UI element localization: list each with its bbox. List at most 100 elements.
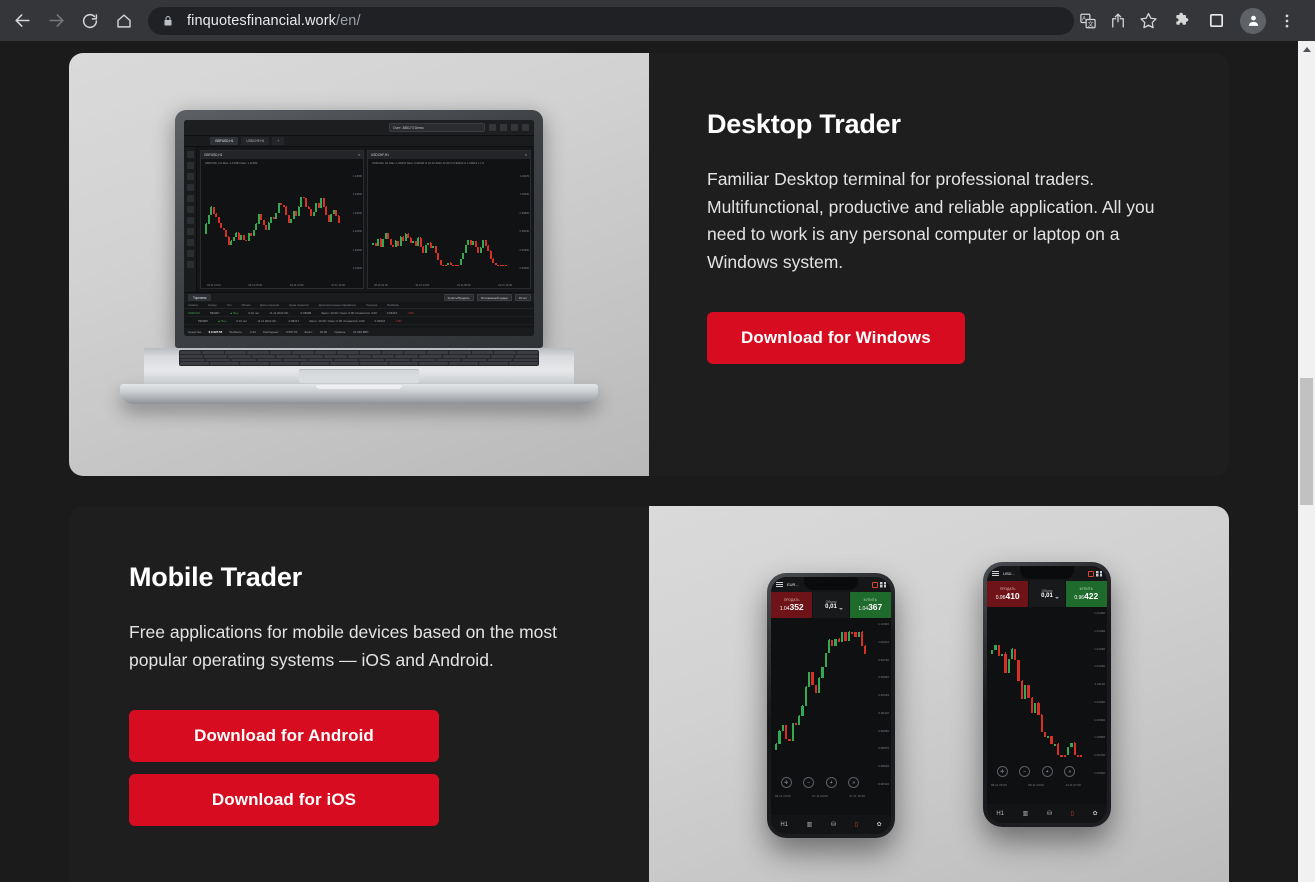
mt-rail-icon-zoom-in[interactable] bbox=[186, 239, 194, 246]
candle-wick bbox=[775, 743, 777, 745]
phone-nav-settings-icon-1[interactable]: ✿ bbox=[1093, 810, 1098, 817]
mt-chart-close-0[interactable]: × bbox=[358, 153, 360, 157]
phone-crosshair-icon-0[interactable]: ✛ bbox=[780, 777, 792, 788]
mt-tab-0[interactable]: GBPUSD,H1 bbox=[210, 137, 239, 145]
axis-tick-label: 03.11 19:00 bbox=[207, 284, 221, 287]
mt-rail-icon-cross[interactable] bbox=[186, 206, 194, 213]
address-bar[interactable]: finquotesfinancial.work/en/ bbox=[148, 6, 1074, 35]
phone-nav-history-icon-0[interactable]: ▯ bbox=[855, 821, 858, 828]
mt-icon-2[interactable] bbox=[500, 124, 507, 131]
three-dot-menu-icon[interactable] bbox=[1273, 7, 1301, 35]
mt-rail-icon-template[interactable] bbox=[186, 228, 194, 235]
keyboard-key bbox=[275, 354, 299, 358]
table-row[interactable]: 590068 ▲ Buy 0.01 лот 11.11.2022 09:... 0.96… bbox=[184, 317, 534, 325]
url-domain: finquotesfinancial.work bbox=[187, 12, 336, 29]
scroll-up-arrow-icon[interactable] bbox=[1298, 41, 1315, 58]
mt-btn-report[interactable]: Отчет bbox=[514, 294, 531, 301]
profile-avatar-icon[interactable] bbox=[1240, 7, 1266, 34]
phone-zoom-in-icon-1[interactable]: + bbox=[1041, 766, 1053, 777]
phone-volume-select-0[interactable]: Объем 0,01 bbox=[813, 592, 849, 618]
table-row[interactable]: USDCHF 590067 ▲ Buy 0.01 лот 11.11.2022 09:.… bbox=[184, 309, 534, 317]
mt-funds-label: Средства: bbox=[188, 330, 202, 334]
hamburger-menu-icon-0[interactable] bbox=[776, 581, 783, 588]
phone-grid-icon-1[interactable] bbox=[1096, 570, 1102, 577]
mt-rail-icon-indicator[interactable] bbox=[186, 162, 194, 169]
candle-wick bbox=[338, 215, 339, 217]
reload-button[interactable] bbox=[76, 7, 104, 35]
omnibox-actions: 文A bbox=[1074, 7, 1164, 35]
phone-buy-button-0[interactable]: КУПИТЬ 1.04367 bbox=[849, 592, 891, 618]
download-for-windows-button[interactable]: Download for Windows bbox=[707, 312, 965, 365]
phone-zoom-out-icon-1[interactable]: − bbox=[1019, 766, 1031, 777]
phone-nav-chart-icon-0[interactable]: ▥ bbox=[807, 821, 813, 828]
candlestick bbox=[217, 216, 220, 224]
candle-wick bbox=[270, 216, 272, 218]
phone-grid-icon-0[interactable] bbox=[880, 581, 886, 588]
candle-wick bbox=[490, 250, 491, 252]
phone-nav-quotes-0[interactable]: H1 bbox=[780, 822, 788, 828]
candle-wick bbox=[1005, 652, 1006, 659]
hamburger-menu-icon-1[interactable] bbox=[992, 570, 999, 577]
mt-icon-4[interactable] bbox=[522, 124, 529, 131]
back-button[interactable] bbox=[8, 7, 36, 35]
mt-account-selector[interactable]: Счет: 388173 Demo bbox=[389, 123, 485, 132]
mt-rail-icon-chart[interactable] bbox=[186, 151, 194, 158]
download-for-android-button[interactable]: Download for Android bbox=[129, 710, 439, 763]
phone-crosshair-icon-1[interactable]: ✛ bbox=[996, 766, 1008, 777]
mt-terminal-panel: Торговля Купить/Продать Отложенный ордер… bbox=[184, 292, 534, 336]
phone-nav-settings-icon-0[interactable]: ✿ bbox=[877, 821, 882, 828]
mt-rail-icon-period[interactable] bbox=[186, 173, 194, 180]
table-cell: -3.87 bbox=[395, 318, 402, 323]
mt-icon-1[interactable] bbox=[489, 124, 496, 131]
mt-rail-icon-settings[interactable] bbox=[186, 261, 194, 268]
mt-chart-close-1[interactable]: × bbox=[525, 153, 527, 157]
side-panel-icon[interactable] bbox=[1202, 7, 1230, 35]
url-path: /en/ bbox=[336, 12, 361, 29]
phone-notch-0 bbox=[804, 577, 858, 590]
forward-button[interactable] bbox=[42, 7, 70, 35]
axis-tick-label: 1.01290 bbox=[1094, 646, 1105, 651]
phone-volume-select-1[interactable]: Объем 0,01 bbox=[1029, 581, 1065, 607]
mt-tab-1[interactable]: USDCHF,H1 bbox=[241, 137, 270, 145]
phone-usdchf: USD... ПРОДАТЬ 0.96410 Объем 0,01 КУПИТЬ… bbox=[983, 562, 1111, 827]
share-icon[interactable] bbox=[1104, 7, 1132, 35]
phone-nav-history-icon-1[interactable]: ▯ bbox=[1071, 810, 1074, 817]
phone-nav-trade-icon-1[interactable]: ⛁ bbox=[1047, 810, 1052, 817]
keyboard-key bbox=[491, 354, 515, 358]
phone-zoom-in-icon-0[interactable]: + bbox=[825, 777, 837, 788]
mt-status-bar: Средства: $ 9 997.55 Прибыль: -2.46 Своб… bbox=[184, 328, 534, 336]
phone-scroll-end-icon-1[interactable]: » bbox=[1064, 766, 1076, 777]
puzzle-extensions-icon[interactable] bbox=[1168, 7, 1196, 35]
mt-rail-icon-bars[interactable] bbox=[186, 184, 194, 191]
phone-nav-trade-icon-0[interactable]: ⛁ bbox=[831, 821, 836, 828]
candle-wick bbox=[228, 236, 229, 239]
mt-rail-icon-line[interactable] bbox=[186, 195, 194, 202]
phone-zoom-out-icon-0[interactable]: − bbox=[803, 777, 815, 788]
mt-btn-pending-order[interactable]: Отложенный ордер bbox=[476, 294, 512, 301]
home-button[interactable] bbox=[110, 7, 138, 35]
mt-tab-add[interactable]: + bbox=[272, 137, 285, 145]
phone-sell-button-0[interactable]: ПРОДАТЬ 1.04352 bbox=[771, 592, 813, 618]
candle-wick bbox=[285, 206, 287, 209]
candle-wick bbox=[415, 241, 416, 242]
phone-buy-button-1[interactable]: КУПИТЬ 0.96422 bbox=[1065, 581, 1107, 607]
axis-tick-label: 1.00012 bbox=[878, 639, 889, 644]
translate-icon[interactable]: 文A bbox=[1074, 7, 1102, 35]
bookmark-star-icon[interactable] bbox=[1134, 7, 1162, 35]
phone-nav-quotes-1[interactable]: H1 bbox=[996, 811, 1004, 817]
scrollbar-thumb[interactable] bbox=[1300, 378, 1313, 505]
phone-chart-icon-1[interactable] bbox=[1088, 570, 1094, 577]
mt-body: GBPUSD,H1 × GBPUSD, H1 Мах: 1.13450 Мин:… bbox=[184, 147, 534, 292]
mt-icon-3[interactable] bbox=[511, 124, 518, 131]
phone-nav-chart-icon-1[interactable]: ▥ bbox=[1023, 810, 1029, 817]
mt-plot-1 bbox=[372, 167, 514, 278]
mt-terminal-tab-trade[interactable]: Торговля bbox=[188, 294, 212, 301]
phone-scroll-end-icon-0[interactable]: » bbox=[848, 777, 860, 788]
page-scrollbar[interactable] bbox=[1298, 41, 1315, 882]
phone-sell-button-1[interactable]: ПРОДАТЬ 0.96410 bbox=[987, 581, 1029, 607]
phone-chart-icon-0[interactable] bbox=[872, 581, 878, 588]
mt-btn-buy-sell[interactable]: Купить/Продать bbox=[443, 294, 474, 301]
mt-rail-icon-zoom-out[interactable] bbox=[186, 250, 194, 257]
download-for-ios-button[interactable]: Download for iOS bbox=[129, 774, 439, 827]
mt-rail-icon-candles[interactable] bbox=[186, 217, 194, 224]
